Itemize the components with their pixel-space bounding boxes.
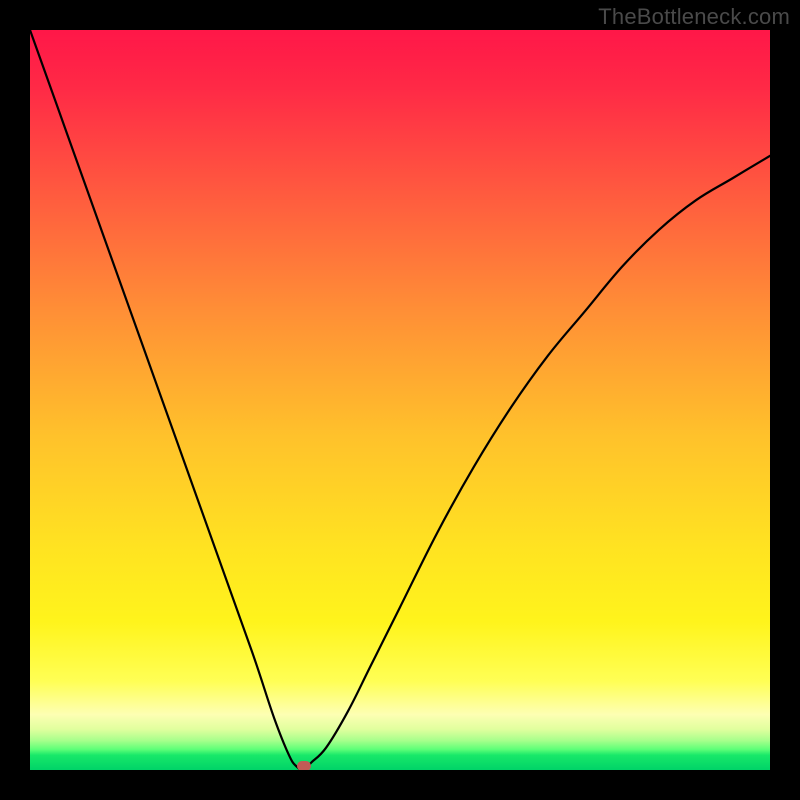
bottleneck-curve (30, 30, 770, 770)
optimal-point-marker (297, 761, 311, 770)
chart-frame: TheBottleneck.com (0, 0, 800, 800)
watermark-text: TheBottleneck.com (598, 4, 790, 30)
plot-area (30, 30, 770, 770)
